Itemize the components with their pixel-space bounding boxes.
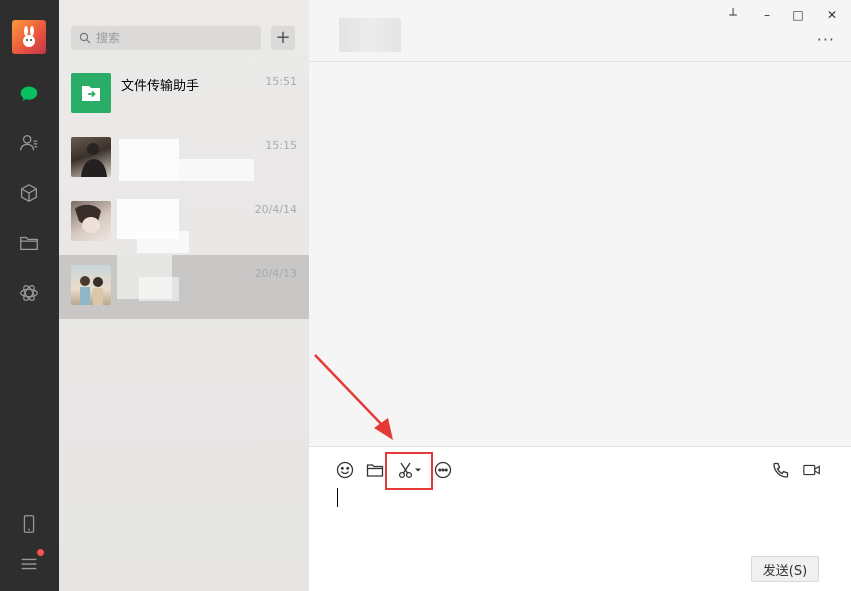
chat-icon[interactable] bbox=[17, 82, 41, 106]
search-box[interactable] bbox=[71, 26, 261, 50]
phone-icon[interactable] bbox=[17, 512, 41, 536]
conversation-name: 文件传输助手 bbox=[121, 79, 200, 94]
conversation-item[interactable]: 15:15 bbox=[59, 127, 309, 191]
message-area bbox=[309, 63, 851, 446]
folder-transfer-icon bbox=[82, 86, 100, 101]
redacted-preview bbox=[139, 277, 179, 301]
contacts-icon[interactable] bbox=[17, 131, 41, 155]
redacted-name bbox=[119, 139, 179, 181]
folder-icon[interactable] bbox=[17, 231, 41, 255]
chat-title-redacted bbox=[339, 18, 401, 52]
contact-avatar bbox=[71, 265, 111, 305]
chat-header: ┴ – □ ✕ ··· bbox=[309, 0, 851, 62]
moments-icon[interactable] bbox=[17, 281, 41, 305]
chat-list-panel: + 文件传输助手 15:51 15:15 bbox=[59, 0, 309, 591]
send-button[interactable]: 发送(S) bbox=[751, 556, 819, 582]
contact-avatar bbox=[71, 201, 111, 241]
voice-call-icon[interactable] bbox=[770, 459, 792, 481]
conversation-time: 15:15 bbox=[265, 139, 297, 152]
menu-icon[interactable] bbox=[17, 549, 44, 576]
close-button[interactable]: ✕ bbox=[822, 6, 842, 24]
bunny-avatar-graphic bbox=[23, 26, 35, 47]
search-input[interactable] bbox=[96, 31, 246, 45]
user-avatar[interactable] bbox=[12, 20, 46, 54]
conversation-time: 20/4/13 bbox=[254, 267, 297, 280]
box-icon[interactable] bbox=[17, 181, 41, 205]
text-cursor bbox=[337, 488, 338, 507]
redacted-preview bbox=[137, 231, 189, 253]
contact-avatar bbox=[71, 137, 111, 177]
chat-history-icon[interactable] bbox=[432, 459, 454, 481]
minimize-button[interactable]: – bbox=[757, 6, 777, 24]
file-icon[interactable] bbox=[364, 459, 386, 481]
conversation-time: 15:51 bbox=[265, 75, 297, 88]
conversation-time: 20/4/14 bbox=[254, 203, 297, 216]
left-nav-rail bbox=[0, 0, 59, 591]
screenshot-tool-highlight bbox=[385, 452, 433, 490]
chat-window: ┴ – □ ✕ ··· 发送(S) bbox=[309, 0, 851, 591]
pin-button[interactable]: ┴ bbox=[723, 6, 743, 24]
redacted-preview bbox=[179, 159, 254, 181]
file-transfer-avatar bbox=[71, 73, 111, 113]
message-composer: 发送(S) bbox=[309, 446, 851, 591]
add-chat-button[interactable]: + bbox=[271, 26, 295, 50]
search-icon bbox=[79, 32, 91, 44]
couple-photo bbox=[80, 276, 103, 305]
person-photo bbox=[75, 204, 101, 233]
conversation-item-selected[interactable]: 20/4/13 bbox=[59, 255, 309, 319]
person-photo bbox=[81, 143, 107, 177]
emoji-icon[interactable] bbox=[334, 459, 356, 481]
notification-dot bbox=[37, 549, 44, 556]
maximize-button[interactable]: □ bbox=[788, 6, 808, 24]
more-options-button[interactable]: ··· bbox=[817, 30, 835, 49]
video-call-icon[interactable] bbox=[800, 459, 824, 481]
conversation-item[interactable]: 20/4/14 bbox=[59, 191, 309, 255]
conversation-item[interactable]: 文件传输助手 15:51 bbox=[59, 63, 309, 127]
